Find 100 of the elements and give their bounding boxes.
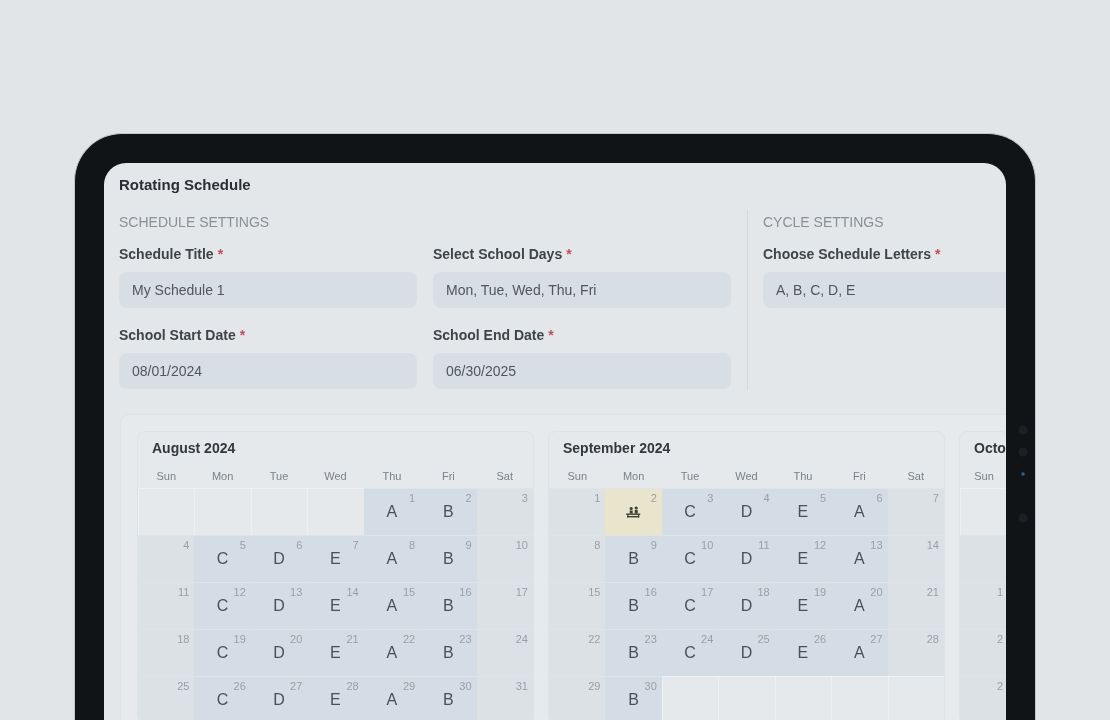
day-number: 16	[459, 586, 472, 599]
schedule-letter: A	[386, 597, 398, 615]
day-number: 14	[926, 539, 939, 552]
schedule-letter: C	[684, 503, 696, 521]
day-number: 7	[352, 539, 359, 552]
text-field[interactable]: 08/01/2024	[119, 353, 417, 389]
schedule-letter: B	[442, 503, 454, 521]
day-number: 6	[876, 492, 883, 505]
day-number: 29	[402, 680, 416, 693]
weekday-label: Wed	[323, 469, 348, 484]
day-number: 23	[644, 633, 657, 646]
weekday-label: Fri	[440, 469, 456, 484]
day-number: 3	[707, 492, 714, 505]
day-number: 1	[594, 492, 601, 505]
schedule-letter: A	[853, 550, 865, 568]
day-number: 15	[588, 586, 601, 599]
month-title: September 2024	[562, 439, 672, 458]
weekday-label: Mon	[621, 469, 646, 484]
schedule-letter: A	[386, 691, 398, 709]
day-number: 21	[346, 633, 359, 646]
schedule-letter: B	[628, 597, 639, 615]
section-heading: SCHEDULE SETTINGS	[119, 214, 271, 230]
text-field[interactable]: Mon, Tue, Wed, Thu, Fri	[433, 272, 731, 308]
day-number: 2	[996, 633, 1003, 646]
schedule-letter: D	[273, 597, 285, 615]
schedule-letter: C	[216, 644, 229, 662]
app-title: Rotating Schedule	[119, 176, 252, 194]
text-field[interactable]: 06/30/2025	[433, 353, 731, 389]
weekday-label: Sun	[566, 469, 588, 484]
text-field[interactable]: A, B, C, D, E	[763, 272, 1006, 308]
day-number: 27	[290, 680, 303, 693]
schedule-letter: E	[797, 597, 809, 615]
day-number: 17	[701, 586, 714, 599]
field-label: Schedule Title	[119, 246, 214, 262]
schedule-letter: E	[330, 597, 341, 615]
day-number: 10	[701, 539, 714, 552]
day-number: 31	[515, 680, 528, 693]
day-number: 2	[996, 680, 1003, 693]
day-number: 15	[402, 586, 416, 599]
day-number: 22	[402, 633, 416, 646]
schedule-letter: B	[442, 644, 454, 662]
day-number: 24	[701, 633, 714, 646]
weekday-label: Thu	[381, 469, 403, 484]
day-number: 13	[870, 539, 883, 552]
day-number: 28	[926, 633, 939, 646]
schedule-letter: B	[628, 691, 639, 709]
weekday-label: Fri	[851, 469, 867, 484]
weekday-label: Sun	[155, 469, 177, 484]
required-mark: *	[239, 327, 246, 343]
day-number: 23	[459, 633, 472, 646]
day-number: 3	[521, 492, 528, 505]
weekday-label: Sun	[973, 469, 995, 484]
weekday-label: Wed	[734, 469, 759, 484]
day-number: 8	[594, 539, 601, 552]
weekday-label: Tue	[679, 469, 701, 484]
field-label: Select School Days	[433, 246, 563, 262]
schedule-letter: E	[330, 550, 341, 568]
weekday-label: Tue	[268, 469, 290, 484]
day-number: 11	[178, 586, 190, 599]
day-number: 4	[183, 539, 190, 552]
day-number: 1	[409, 492, 416, 505]
day-number: 6	[296, 539, 303, 552]
schedule-letter: D	[273, 644, 285, 662]
schedule-letter: D	[740, 550, 753, 568]
day-number: 1	[996, 586, 1003, 599]
required-mark: *	[548, 327, 554, 343]
day-number: 10	[515, 539, 528, 552]
schedule-letter: E	[797, 550, 809, 568]
day-number: 18	[757, 586, 770, 599]
schedule-letter: B	[442, 597, 454, 615]
day-number: 30	[459, 680, 472, 693]
day-number: 25	[757, 633, 770, 646]
day-number: 17	[515, 586, 528, 599]
month-title: August 2024	[151, 439, 237, 458]
required-mark: *	[566, 246, 572, 262]
weekday-label: Thu	[792, 469, 814, 484]
schedule-letter: B	[442, 691, 454, 709]
schedule-letter: B	[628, 644, 639, 662]
day-number: 19	[233, 633, 246, 646]
day-number: 13	[290, 586, 303, 599]
schedule-letter: D	[740, 503, 753, 521]
schedule-letter: A	[386, 503, 398, 521]
text-field[interactable]: My Schedule 1	[119, 272, 417, 308]
schedule-letter: C	[684, 597, 696, 615]
day-number: 2	[465, 492, 472, 505]
day-number: 12	[813, 539, 827, 552]
day-number: 20	[870, 586, 883, 599]
schedule-letter: C	[684, 550, 696, 568]
day-number: 26	[813, 633, 827, 646]
field-label: School Start Date	[119, 327, 236, 343]
schedule-letter: D	[740, 644, 753, 662]
day-number: 27	[870, 633, 883, 646]
day-number: 8	[409, 539, 416, 552]
day-number: 14	[346, 586, 359, 599]
field-label: Choose Schedule Letters	[763, 246, 932, 262]
schedule-letter: E	[797, 644, 809, 662]
schedule-letter: C	[216, 550, 229, 568]
day-number: 29	[588, 680, 601, 693]
schedule-letter: C	[216, 597, 229, 615]
schedule-letter: D	[273, 550, 285, 568]
